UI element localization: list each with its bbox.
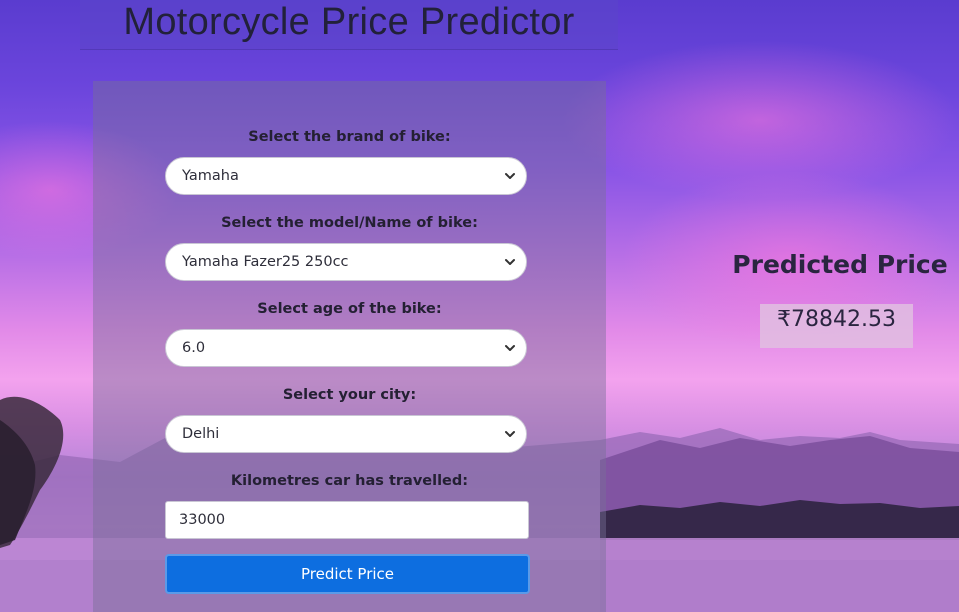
- age-select-value: 6.0: [182, 340, 206, 356]
- predicted-price-value: ₹78842.53: [760, 304, 913, 348]
- predict-price-button[interactable]: Predict Price: [165, 554, 530, 594]
- prediction-form: Select the brand of bike: Yamaha Select …: [93, 81, 606, 612]
- chevron-down-icon: [504, 428, 516, 440]
- model-label: Select the model/Name of bike:: [221, 215, 478, 231]
- model-select-value: Yamaha Fazer25 250cc: [182, 254, 349, 270]
- brand-select[interactable]: Yamaha: [165, 157, 527, 195]
- age-select[interactable]: 6.0: [165, 329, 527, 367]
- header: Motorcycle Price Predictor: [80, 0, 618, 50]
- brand-label: Select the brand of bike:: [248, 129, 451, 145]
- city-select-value: Delhi: [182, 426, 220, 442]
- kms-input[interactable]: 33000: [165, 501, 529, 539]
- chevron-down-icon: [504, 342, 516, 354]
- kms-label: Kilometres car has travelled:: [230, 473, 469, 489]
- chevron-down-icon: [504, 170, 516, 182]
- page-title: Motorcycle Price Predictor: [123, 1, 575, 43]
- age-label: Select age of the bike:: [257, 301, 442, 317]
- chevron-down-icon: [504, 256, 516, 268]
- predicted-price-heading: Predicted Price: [732, 250, 948, 279]
- city-select[interactable]: Delhi: [165, 415, 527, 453]
- brand-select-value: Yamaha: [182, 168, 239, 184]
- model-select[interactable]: Yamaha Fazer25 250cc: [165, 243, 527, 281]
- city-label: Select your city:: [282, 387, 417, 403]
